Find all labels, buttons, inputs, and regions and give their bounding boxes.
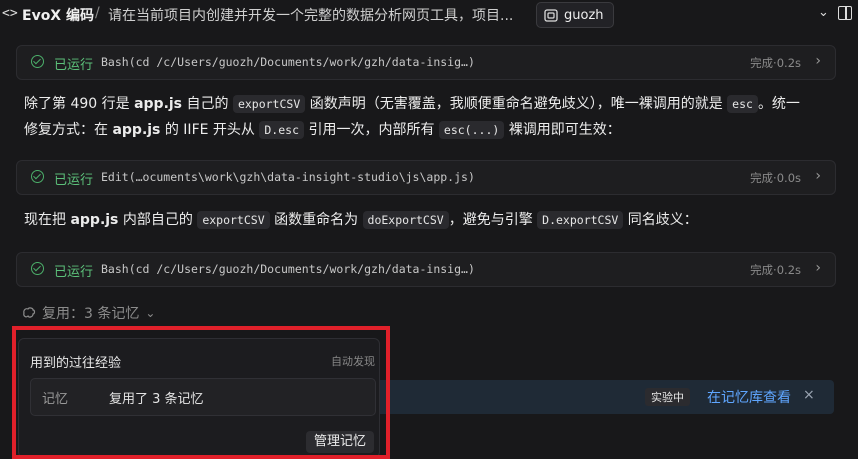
brain-icon <box>23 307 36 318</box>
inline-code: D.esc <box>259 121 304 139</box>
tool-run-row[interactable]: 已运行 Bash(cd /c/Users/guozh/Documents/wor… <box>16 252 836 287</box>
inline-code: esc <box>727 95 758 113</box>
tool-command: Edit(…ocuments\work\gzh\data-insight-stu… <box>101 170 475 184</box>
panel-toggle-icon[interactable] <box>838 6 852 20</box>
popup-title: 用到的过往经验 <box>30 356 122 371</box>
check-circle-icon <box>31 170 44 183</box>
manage-memory-button[interactable]: 管理记忆 <box>306 431 375 453</box>
inline-code: exportCSV <box>197 211 270 229</box>
chevron-right-icon[interactable]: › <box>815 260 821 276</box>
memory-card[interactable]: 记忆 复用了 3 条记忆 <box>30 378 376 416</box>
user-button[interactable]: guozh <box>536 2 614 28</box>
code-icon[interactable]: <> <box>2 6 18 21</box>
tool-command: Bash(cd /c/Users/guozh/Documents/work/gz… <box>101 262 475 276</box>
tool-status: 已运行 <box>54 173 94 188</box>
top-bar: <> EvoX 编码 / 请在当前项目内创建并开发一个完整的数据分析网页工具，项… <box>0 0 858 30</box>
memory-card-key: 记忆 <box>42 392 69 407</box>
inline-code: esc(...) <box>438 121 505 139</box>
tool-status: 已运行 <box>54 58 94 73</box>
auto-discover-label: 自动发现 <box>331 355 375 368</box>
chevron-down-icon: ⌄ <box>145 306 156 320</box>
inline-code: exportCSV <box>232 95 306 113</box>
inline-code: doExportCSV <box>362 211 449 229</box>
close-icon[interactable]: × <box>803 387 815 403</box>
user-folder-icon <box>544 8 558 22</box>
user-name: guozh <box>564 7 604 23</box>
message-paragraph-1: 除了第 490 行是 app.js 自己的 exportCSV 函数声明（无害覆… <box>24 95 800 139</box>
view-memory-link[interactable]: 在记忆库查看 <box>707 387 791 407</box>
chevron-right-icon[interactable]: › <box>815 168 821 184</box>
check-circle-icon <box>31 262 44 275</box>
tool-command: Bash(cd /c/Users/guozh/Documents/work/gz… <box>101 55 475 69</box>
tool-result: 完成·0.2s <box>750 263 801 277</box>
message-paragraph-2: 现在把 app.js 内部自己的 exportCSV 函数重命名为 doExpo… <box>24 211 698 229</box>
memory-popup: 用到的过往经验 自动发现 记忆 复用了 3 条记忆 管理记忆 <box>18 338 380 458</box>
chevron-right-icon[interactable]: › <box>815 53 821 69</box>
tool-result: 完成·0.0s <box>750 171 801 185</box>
memory-reuse-label: 复用：3 条记忆 <box>42 306 140 322</box>
experimental-badge: 实验中 <box>645 388 690 406</box>
tool-run-row[interactable]: 已运行 Bash(cd /c/Users/guozh/Documents/wor… <box>16 45 836 80</box>
check-circle-icon <box>31 55 44 68</box>
tool-result: 完成·0.2s <box>750 56 801 70</box>
task-title[interactable]: 请在当前项目内创建并开发一个完整的数据分析网页工具，项目... <box>108 5 530 25</box>
memory-reuse-toggle[interactable]: 复用：3 条记忆 ⌄ <box>22 303 155 323</box>
inline-code: D.exportCSV <box>537 211 624 229</box>
breadcrumb-separator: / <box>95 5 100 21</box>
tool-run-row[interactable]: 已运行 Edit(…ocuments\work\gzh\data-insight… <box>16 160 836 195</box>
memory-card-value: 复用了 3 条记忆 <box>109 392 204 407</box>
tool-status: 已运行 <box>54 265 94 280</box>
app-title: EvoX 编码 <box>22 8 94 24</box>
chevron-down-icon[interactable]: ⌄ <box>818 5 829 20</box>
memory-banner: 实验中 在记忆库查看 × <box>375 380 834 414</box>
